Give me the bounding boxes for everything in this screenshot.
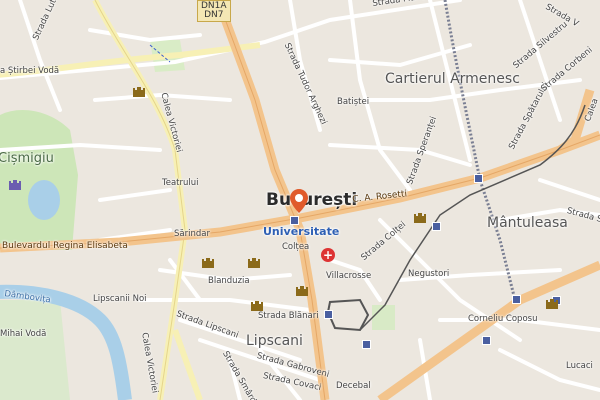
monument-icon[interactable] [545,296,559,310]
metro-station-icon[interactable] [362,340,371,349]
street-mihai-voda: Mihai Vodă [0,329,47,339]
monument-icon[interactable] [247,255,261,269]
street-coltea: Colțea [282,242,310,252]
city-pin-icon[interactable] [290,189,308,213]
station-universitate[interactable]: Universitate [263,226,339,237]
street-regina-elisabeta: Bulevardul Regina Elisabeta [2,241,128,251]
district-lipscani: Lipscani [246,333,303,349]
monument-icon[interactable] [295,283,309,297]
street-strada-blanari: Strada Blănari [258,311,319,321]
street-sarindar: Sărindar [174,229,210,239]
district-cartierul-armenesc: Cartierul Armenesc [385,71,520,87]
metro-station-icon[interactable] [512,295,521,304]
metro-station-icon[interactable] [432,222,441,231]
street-lipscanii-noi: Lipscanii Noi [93,294,147,304]
street-teatrului: Teatrului [162,178,199,188]
monument-icon[interactable] [413,210,427,224]
street-decebal: Decebal [336,381,371,391]
road-shield-dn1a-dn7: DN1A DN7 [197,0,231,22]
hospital-icon[interactable]: + [321,248,335,262]
metro-station-icon[interactable] [324,310,333,319]
park-cismigiu: Cișmigiu [0,151,54,166]
monument-icon[interactable] [8,177,22,191]
metro-station-icon[interactable] [474,174,483,183]
street-villacrosse: Villacrosse [326,271,372,281]
monument-icon[interactable] [250,298,264,312]
map-canvas[interactable]: DN1A DN7 București Cartierul Armenesc Mâ… [0,0,600,400]
district-mantuleasa: Mântuleasa [487,215,568,231]
street-batistei: Batiștei [337,97,370,107]
monument-icon[interactable] [132,84,146,98]
metro-station-universitate-icon[interactable] [290,216,299,225]
metro-station-icon[interactable] [482,336,491,345]
city-label: București [266,190,358,210]
street-stirbei-voda: a Știrbei Vodă [0,66,60,76]
street-lucaci: Lucaci [566,361,593,371]
monument-icon[interactable] [201,255,215,269]
street-blanduzia: Blanduzia [208,276,250,286]
cismigiu-lake [28,180,60,220]
street-corneliu-coposu: Corneliu Coposu [468,314,538,324]
street-negustori: Negustori [408,269,450,279]
